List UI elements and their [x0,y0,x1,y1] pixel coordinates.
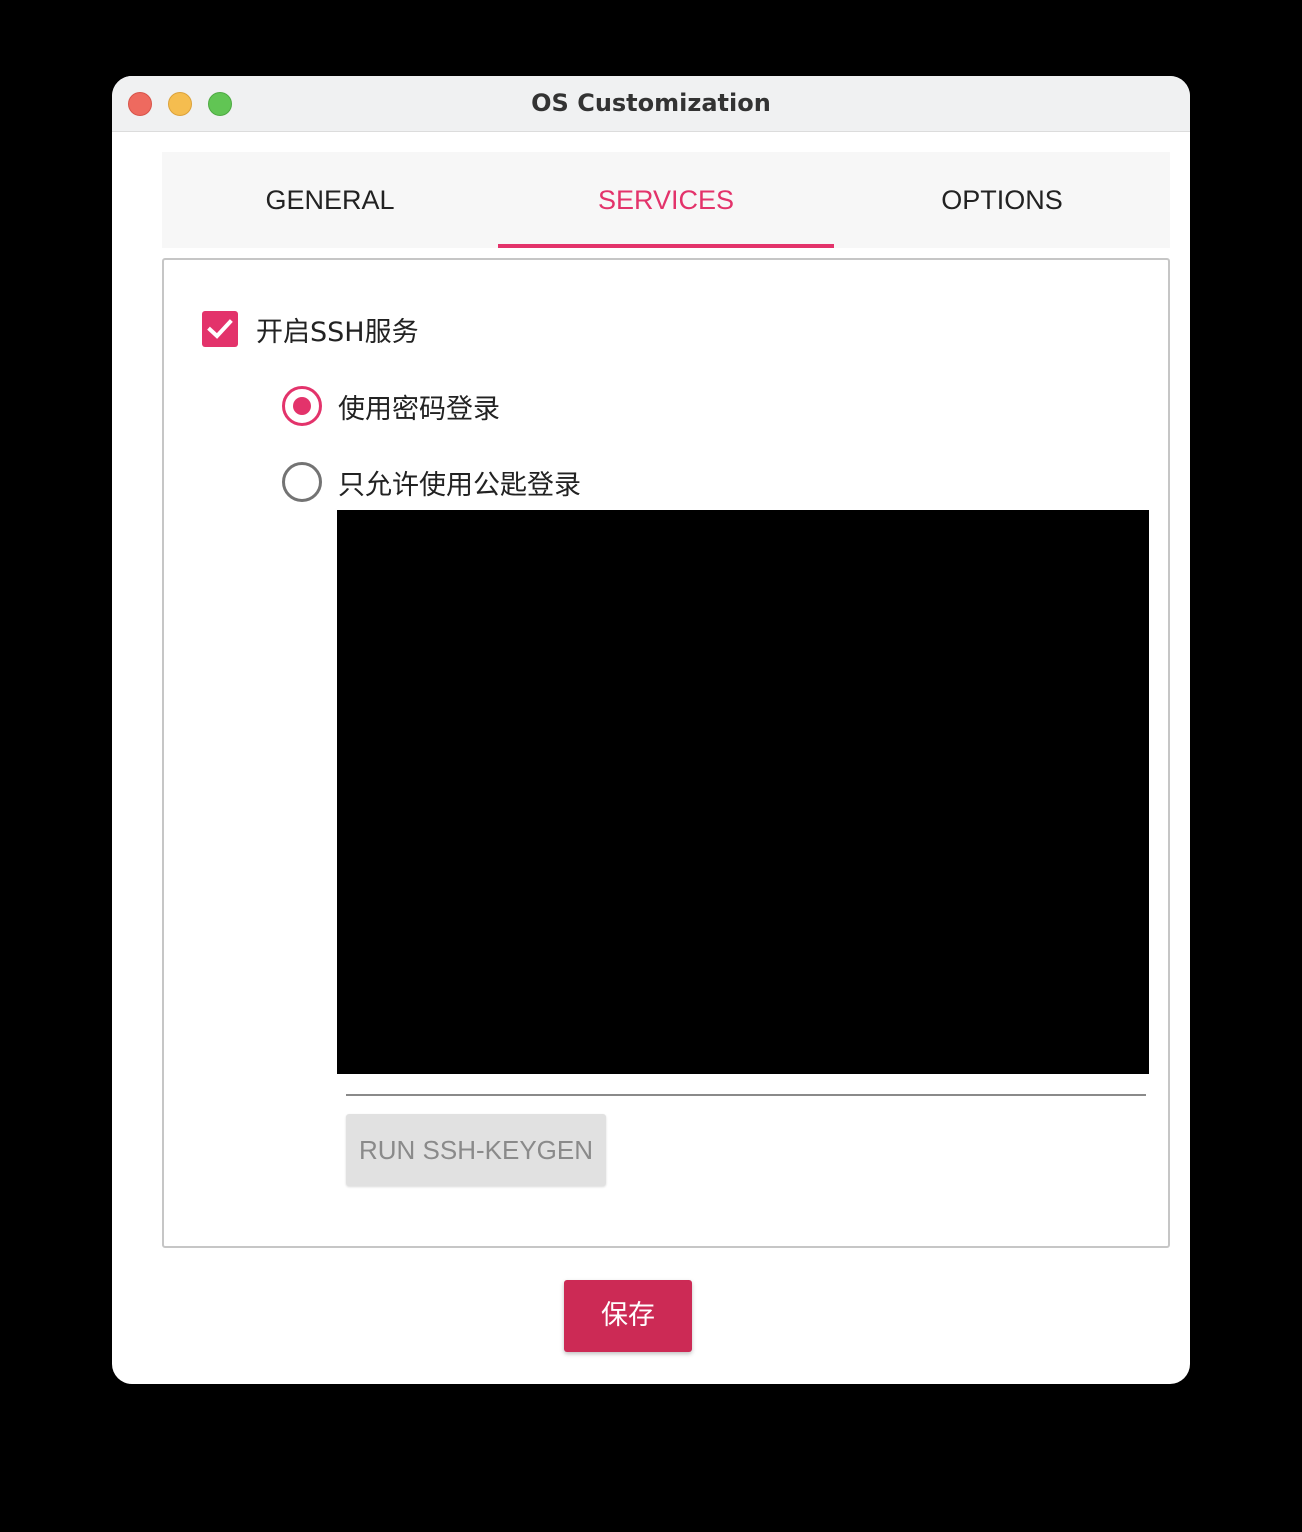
window-title: OS Customization [531,89,771,117]
password-login-label: 使用密码登录 [338,393,500,425]
tab-options[interactable]: OPTIONS [834,152,1170,248]
enable-ssh-checkbox[interactable] [202,311,238,347]
tab-general[interactable]: GENERAL [162,152,498,248]
save-button[interactable]: 保存 [564,1280,692,1352]
checkmark-icon [207,319,233,339]
services-panel: 开启SSH服务 使用密码登录 只允许使用公匙登录 RUN SSH-KEYGEN [162,258,1170,1248]
pubkey-only-label: 只允许使用公匙登录 [338,469,581,501]
enable-ssh-label: 开启SSH服务 [256,316,419,348]
password-login-option[interactable]: 使用密码登录 [282,385,500,427]
password-login-radio[interactable] [282,386,322,426]
pubkey-only-option[interactable]: 只允许使用公匙登录 [282,461,581,503]
pubkey-only-radio[interactable] [282,462,322,502]
run-ssh-keygen-button[interactable]: RUN SSH-KEYGEN [346,1114,606,1186]
title-bar: OS Customization [112,76,1190,132]
tab-services[interactable]: SERVICES [498,152,834,248]
authorized-keys-field[interactable] [337,510,1149,1074]
enable-ssh-row[interactable]: 开启SSH服务 [202,310,419,348]
authorized-keys-underline [346,1094,1146,1096]
tab-bar: GENERAL SERVICES OPTIONS [162,152,1170,248]
os-customization-window: OS Customization GENERAL SERVICES OPTION… [112,76,1190,1384]
